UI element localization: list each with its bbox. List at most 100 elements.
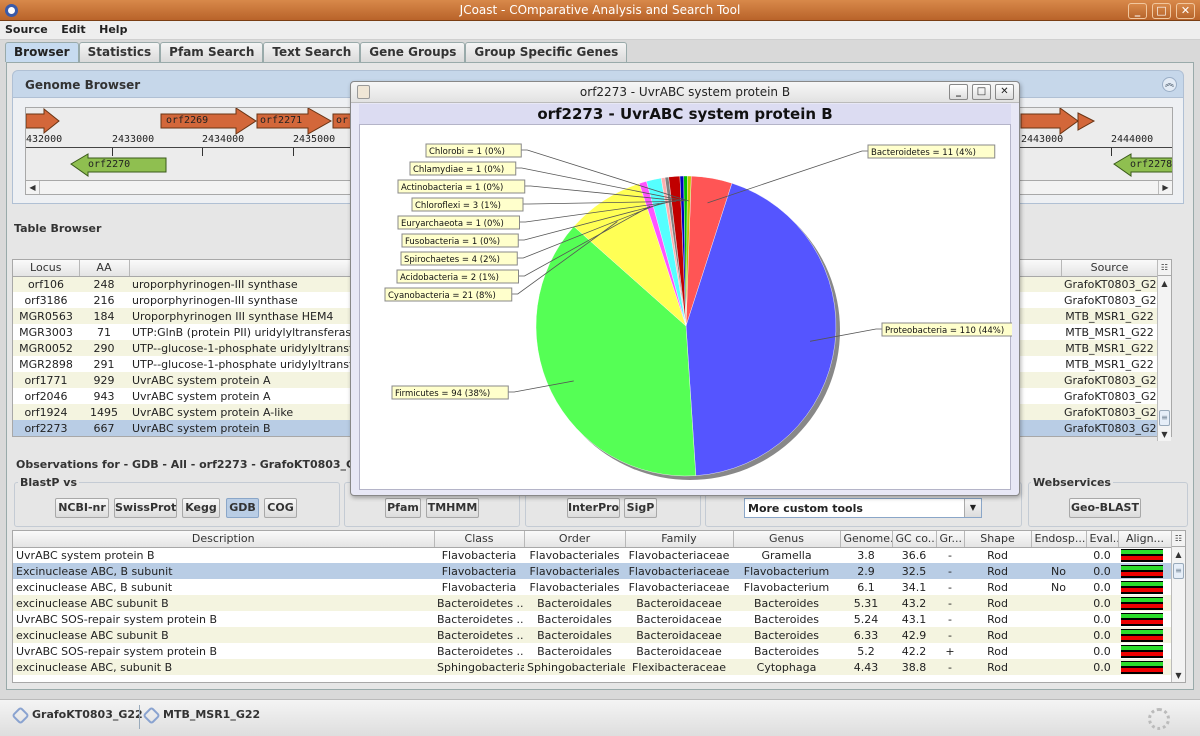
col-description[interactable]: Description xyxy=(13,531,435,548)
scroll-down-icon[interactable]: ▼ xyxy=(1172,669,1185,682)
alignment-bar xyxy=(1121,660,1163,674)
gene-arrow-forward-right[interactable] xyxy=(1020,108,1096,135)
col-class[interactable]: Class xyxy=(434,531,525,548)
cell-genus: Bacteroides xyxy=(754,644,819,658)
sigp-button[interactable]: SigP xyxy=(624,498,657,518)
col-locus[interactable]: Locus xyxy=(13,260,80,277)
gene-arrow-forward[interactable] xyxy=(26,108,60,135)
gdb-button[interactable]: GDB xyxy=(226,498,259,518)
cog-button[interactable]: COG xyxy=(264,498,297,518)
cell-locus: MGR3003 xyxy=(19,325,73,339)
close-button[interactable]: ✕ xyxy=(1176,3,1195,19)
busy-spinner-icon xyxy=(1148,708,1170,730)
tab-browser[interactable]: Browser xyxy=(5,42,79,62)
cell-shape: Rod xyxy=(987,548,1008,562)
minimize-button[interactable]: _ xyxy=(1128,3,1147,19)
pie-label-chloroflexi: Chloroflexi = 3 (1%) xyxy=(415,201,501,211)
tab-text-search[interactable]: Text Search xyxy=(263,42,361,62)
menu-help[interactable]: Help xyxy=(94,21,132,36)
tab-gene-groups[interactable]: Gene Groups xyxy=(360,42,466,62)
cell-gram: - xyxy=(936,627,964,643)
gene-label: orf2278 xyxy=(1130,159,1173,170)
cell-eval: 0.0 xyxy=(1086,563,1118,579)
ncbi-nr-button[interactable]: NCBI-nr xyxy=(55,498,109,518)
cell-endospore xyxy=(1031,611,1086,627)
swissprot-button[interactable]: SwissProt xyxy=(114,498,177,518)
cell-endospore xyxy=(1031,595,1086,611)
cell-endospore: No xyxy=(1031,563,1086,579)
cell-aa: 71 xyxy=(97,325,111,339)
observation-row[interactable]: UvrABC system protein B Flavobacteria Flav… xyxy=(13,547,1172,563)
cell-aa: 1495 xyxy=(79,404,129,420)
observation-row[interactable]: excinuclease ABC, subunit B Sphingobacter… xyxy=(13,659,1172,675)
tab-group-specific-genes[interactable]: Group Specific Genes xyxy=(465,42,628,62)
cell-order: Sphingobacteriales xyxy=(524,659,625,675)
source-grafo[interactable]: GrafoKT0803_G22 xyxy=(11,705,143,725)
cell-gram: - xyxy=(936,595,964,611)
dialog-minimize-button[interactable]: _ xyxy=(949,84,968,100)
geo-blast-button[interactable]: Geo-BLAST xyxy=(1069,498,1141,518)
dialog-close-button[interactable]: ✕ xyxy=(995,84,1014,100)
observations-scrollbar[interactable]: ☷ ▲ ≡ ▼ xyxy=(1171,531,1185,682)
dialog-maximize-button[interactable]: □ xyxy=(972,84,991,100)
scroll-up-icon[interactable]: ▲ xyxy=(1158,277,1171,290)
cell-locus: orf3186 xyxy=(24,293,68,307)
scroll-thumb[interactable]: ≡ xyxy=(1173,563,1184,579)
gene-label: orf2270 xyxy=(88,159,131,170)
tab-pfam-search[interactable]: Pfam Search xyxy=(160,42,264,62)
scroll-up-icon[interactable]: ▲ xyxy=(1172,548,1185,561)
cell-source: GrafoKT0803_G22 xyxy=(1064,389,1158,403)
custom-tools-select[interactable]: More custom tools ▼ xyxy=(744,498,982,518)
col-aa[interactable]: AA xyxy=(79,260,130,277)
col-family[interactable]: Family xyxy=(625,531,734,548)
collapse-icon[interactable]: ︽ xyxy=(1162,77,1177,92)
tab-statistics[interactable]: Statistics xyxy=(78,42,161,62)
dialog-window-title: orf2273 - UvrABC system protein B xyxy=(579,85,791,99)
interpro-button[interactable]: InterPro xyxy=(567,498,620,518)
col-alignment[interactable]: Align... xyxy=(1118,531,1173,548)
observation-row[interactable]: UvrABC SOS-repair system protein B Bacter… xyxy=(13,611,1172,627)
menu-edit[interactable]: Edit xyxy=(56,21,90,36)
column-chooser-icon[interactable]: ☷ xyxy=(1172,531,1185,547)
dialog-titlebar[interactable]: orf2273 - UvrABC system protein B _ □ ✕ xyxy=(351,82,1019,103)
cell-gc: 43.2 xyxy=(892,595,936,611)
observation-row[interactable]: UvrABC SOS-repair system protein B Bacter… xyxy=(13,643,1172,659)
kegg-button[interactable]: Kegg xyxy=(182,498,220,518)
observation-row[interactable]: excinuclease ABC subunit B Bacteroidetes … xyxy=(13,627,1172,643)
col-shape[interactable]: Shape xyxy=(964,531,1032,548)
scroll-thumb[interactable]: ≡ xyxy=(1159,410,1170,426)
pfam-button[interactable]: Pfam xyxy=(385,498,421,518)
observation-row[interactable]: Excinuclease ABC, B subunit Flavobacteria… xyxy=(13,563,1172,579)
scroll-right-icon[interactable]: ▶ xyxy=(1158,181,1172,194)
col-endospore[interactable]: Endosp... xyxy=(1031,531,1087,548)
cell-endospore xyxy=(1031,659,1086,675)
cell-order: Bacteroidales xyxy=(537,644,612,658)
source-label: MTB_MSR1_G22 xyxy=(163,708,261,721)
scroll-down-icon[interactable]: ▼ xyxy=(1158,428,1171,441)
col-genus[interactable]: Genus xyxy=(733,531,841,548)
table-browser-scrollbar[interactable]: ☷ ▲ ≡ ▼ xyxy=(1157,260,1171,441)
cell-genome: 5.31 xyxy=(840,595,892,611)
source-mtb[interactable]: MTB_MSR1_G22 xyxy=(142,705,261,725)
menu-source[interactable]: Source xyxy=(0,21,53,36)
cell-description: UvrABC SOS-repair system protein B xyxy=(16,612,217,626)
pie-label-fusobacteria: Fusobacteria = 1 (0%) xyxy=(405,237,500,247)
window-titlebar: JCoast - COmparative Analysis and Search… xyxy=(0,0,1200,21)
scroll-left-icon[interactable]: ◀ xyxy=(26,181,40,194)
cell-aa: 943 xyxy=(93,389,115,403)
col-order[interactable]: Order xyxy=(524,531,626,548)
col-evalue[interactable]: Eval... xyxy=(1086,531,1119,548)
col-genome[interactable]: Genome... xyxy=(840,531,893,548)
col-gc-content[interactable]: GC co... xyxy=(892,531,937,548)
col-gram[interactable]: Gr... xyxy=(936,531,965,548)
observation-row[interactable]: excinuclease ABC, B subunit Flavobacteria… xyxy=(13,579,1172,595)
chevron-down-icon[interactable]: ▼ xyxy=(964,499,981,517)
tmhmm-button[interactable]: TMHMM xyxy=(426,498,479,518)
cell-aa: 290 xyxy=(79,340,129,356)
cell-gram: - xyxy=(948,580,952,594)
maximize-button[interactable]: □ xyxy=(1152,3,1171,19)
observation-row[interactable]: excinuclease ABC subunit B Bacteroidetes … xyxy=(13,595,1172,611)
col-source[interactable]: Source xyxy=(1061,260,1159,277)
column-chooser-icon[interactable]: ☷ xyxy=(1158,260,1171,276)
cell-gc: 34.1 xyxy=(901,580,927,594)
